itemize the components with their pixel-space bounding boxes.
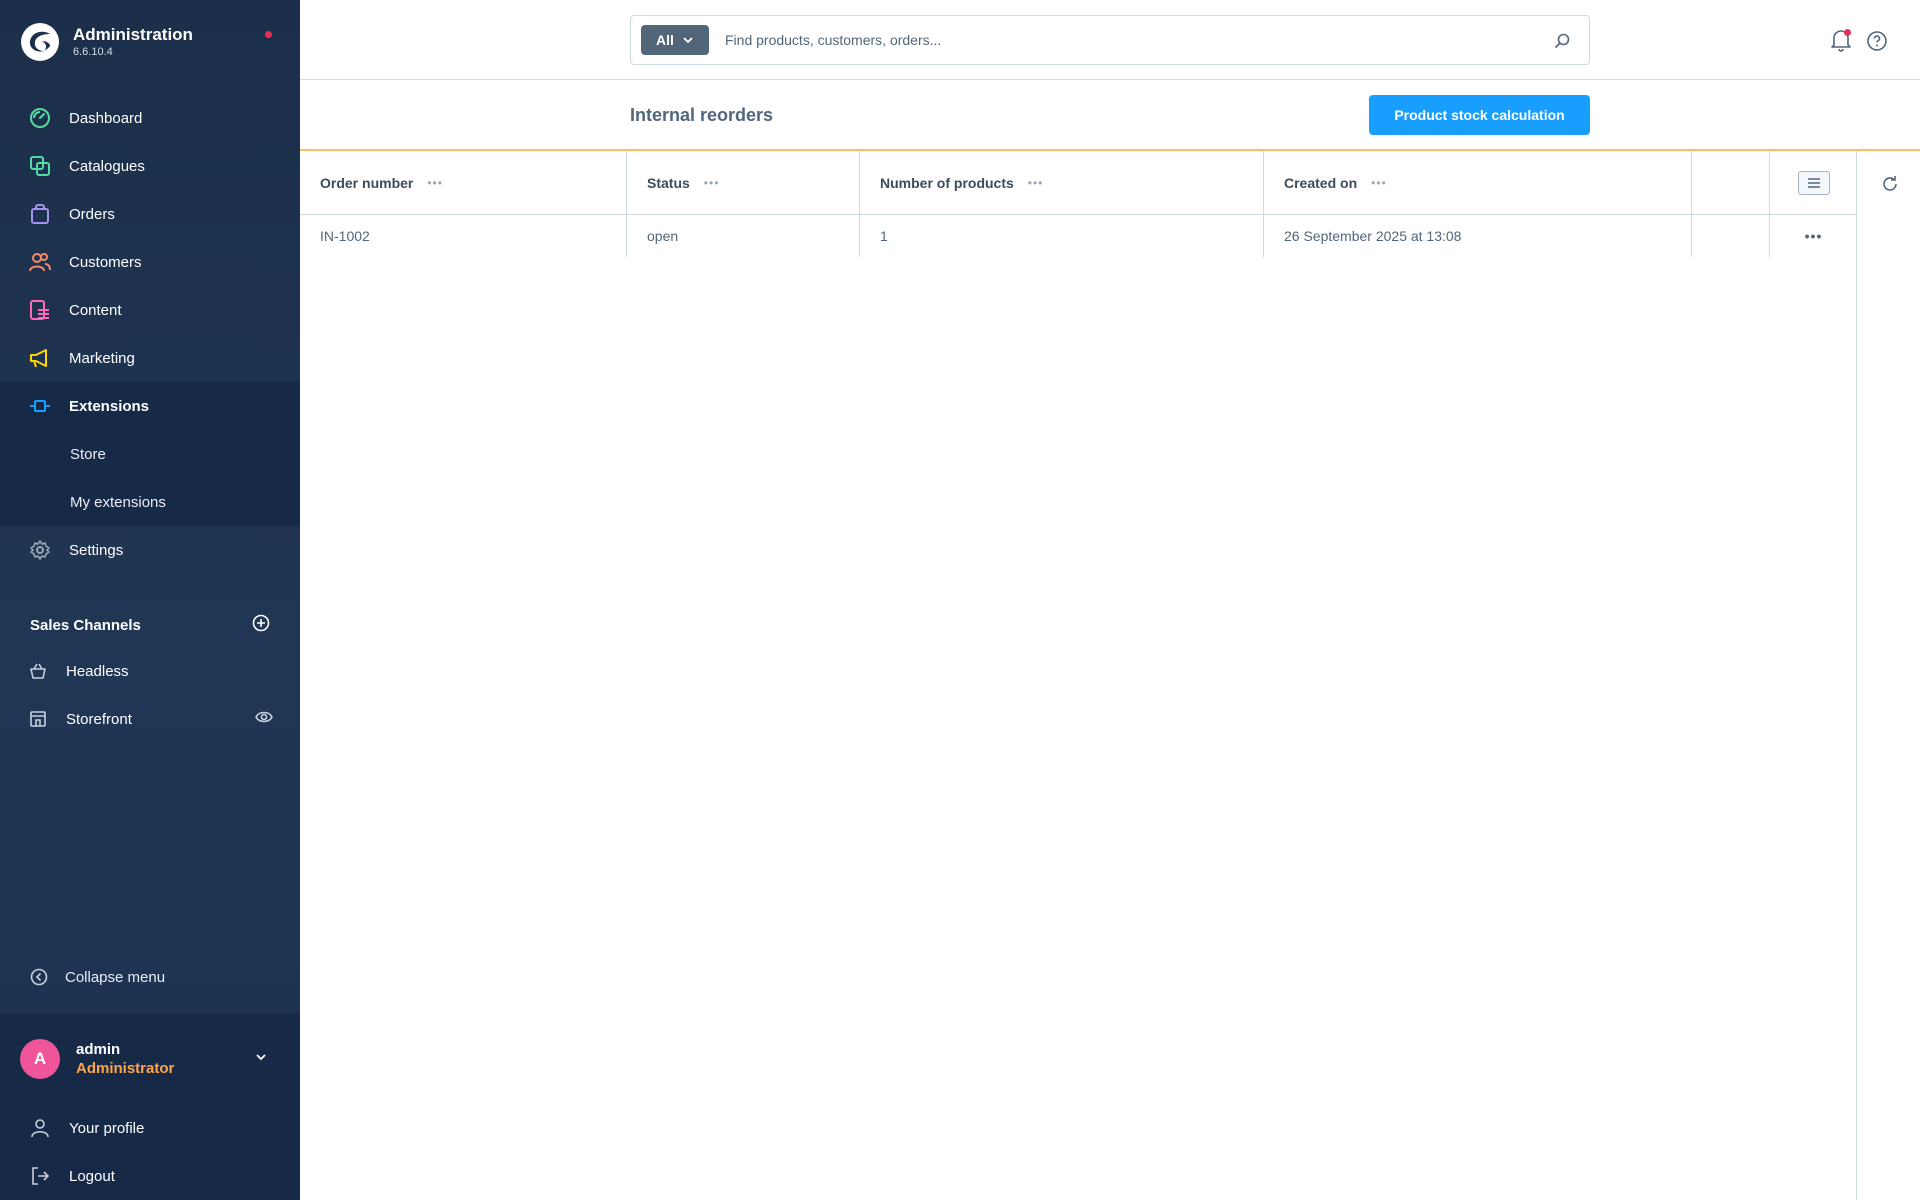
nav-item-settings[interactable]: Settings (0, 526, 300, 574)
status-dot (265, 31, 272, 38)
column-label: Status (647, 174, 690, 191)
column-settings-icon[interactable] (1797, 170, 1830, 195)
top-bar: All (300, 0, 1920, 80)
product-stock-calculation-button[interactable]: Product stock calculation (1369, 95, 1590, 135)
user-menu: Your profile Logout (0, 1104, 300, 1200)
nav-group-extensions: Extensions Store My extensions (0, 382, 300, 526)
nav-label: Orders (69, 205, 115, 223)
user-icon (28, 1116, 52, 1140)
nav-item-extensions[interactable]: Extensions (0, 382, 300, 430)
customers-icon (28, 250, 52, 274)
catalogue-icon (28, 154, 52, 178)
nav-item-catalogues[interactable]: Catalogues (0, 142, 300, 190)
cell-status: open (627, 215, 860, 257)
marketing-icon (28, 346, 52, 370)
cell-spacer (1692, 215, 1770, 257)
user-box[interactable]: A admin Administrator (0, 1014, 300, 1104)
main-nav: Dashboard Catalogues Orders Customers Co… (0, 94, 300, 574)
sales-channel-headless[interactable]: Headless (28, 656, 273, 686)
nav-item-marketing[interactable]: Marketing (0, 334, 300, 382)
dashboard-icon (28, 106, 52, 130)
eye-icon[interactable] (255, 708, 273, 730)
collapse-menu-label: Collapse menu (65, 968, 166, 986)
nav-item-orders[interactable]: Orders (0, 190, 300, 238)
nav-label: Content (69, 301, 122, 319)
column-header-status[interactable]: Status ••• (627, 151, 860, 214)
user-role: Administrator (76, 1060, 175, 1077)
orders-icon (28, 202, 52, 226)
chevron-down-icon[interactable] (254, 1050, 268, 1069)
cell-order-number[interactable]: IN-1002 (300, 215, 627, 257)
storefront-icon (28, 709, 48, 729)
column-menu-icon[interactable]: ••• (1028, 176, 1044, 190)
user-name: admin (76, 1041, 121, 1058)
sales-channel-label: Headless (66, 662, 129, 680)
search-type-select[interactable]: All (641, 25, 709, 55)
search-type-label: All (656, 32, 674, 48)
nav-item-customers[interactable]: Customers (0, 238, 300, 286)
extensions-icon (28, 394, 52, 418)
content-icon (28, 298, 52, 322)
nav-item-content[interactable]: Content (0, 286, 300, 334)
brand[interactable]: Administration 6.6.10.4 (20, 22, 193, 62)
sales-channels-header: Sales Channels (30, 614, 270, 637)
sales-channels-title: Sales Channels (30, 617, 141, 634)
nav-sub-my-extensions[interactable]: My extensions (0, 478, 300, 526)
row-actions-cell: ••• (1770, 215, 1857, 257)
reorders-grid: Order number ••• Status ••• Number of pr… (300, 151, 1857, 257)
logout-link[interactable]: Logout (0, 1152, 300, 1200)
column-label: Number of products (880, 174, 1014, 191)
avatar: A (20, 1039, 60, 1079)
cell-created-on: 26 September 2025 at 13:08 (1264, 215, 1692, 257)
nav-label: Customers (69, 253, 142, 271)
your-profile-link[interactable]: Your profile (0, 1104, 300, 1152)
basket-icon (28, 661, 48, 681)
sales-channel-label: Storefront (66, 710, 132, 728)
column-settings-cell (1770, 151, 1857, 214)
chevron-down-icon (683, 37, 693, 44)
column-header-number-of-products[interactable]: Number of products ••• (860, 151, 1264, 214)
chevron-left-circle-icon (30, 968, 48, 986)
nav-label: Dashboard (69, 109, 143, 127)
search-icon[interactable] (1553, 32, 1571, 55)
help-icon[interactable] (1866, 30, 1888, 57)
logout-icon (28, 1164, 52, 1188)
nav-label: Settings (69, 541, 124, 559)
settings-icon (28, 538, 52, 562)
column-menu-icon[interactable]: ••• (427, 176, 443, 190)
cell-number-of-products: 1 (860, 215, 1264, 257)
column-header-order-number[interactable]: Order number ••• (300, 151, 627, 214)
nav-label: Your profile (69, 1119, 145, 1137)
notification-badge (1844, 29, 1851, 36)
sidebar: Administration 6.6.10.4 Dashboard Catalo… (0, 0, 300, 1200)
column-header-created-on[interactable]: Created on ••• (1264, 151, 1692, 214)
column-label: Order number (320, 174, 414, 191)
nav-label: Marketing (69, 349, 135, 367)
add-sales-channel-icon[interactable] (252, 614, 270, 637)
collapse-menu-button[interactable]: Collapse menu (30, 968, 165, 986)
column-menu-icon[interactable]: ••• (704, 176, 720, 190)
refresh-icon[interactable] (1880, 174, 1900, 199)
column-label: Created on (1284, 174, 1358, 191)
nav-label: Extensions (69, 397, 150, 415)
row-actions-icon[interactable]: ••• (1805, 228, 1823, 244)
global-search: All (630, 15, 1590, 65)
app-title: Administration (73, 25, 193, 44)
grid-divider (1856, 151, 1857, 1200)
column-menu-icon[interactable]: ••• (1371, 176, 1387, 190)
smart-bar: Internal reorders Product stock calculat… (300, 81, 1920, 151)
nav-label: Catalogues (69, 157, 145, 175)
column-header-spacer (1692, 151, 1770, 214)
page-title: Internal reorders (630, 105, 774, 125)
shopware-logo-icon (21, 23, 59, 61)
nav-item-dashboard[interactable]: Dashboard (0, 94, 300, 142)
app-version: 6.6.10.4 (73, 46, 113, 58)
table-row[interactable]: IN-1002 open 1 26 September 2025 at 13:0… (300, 215, 1857, 257)
sales-channel-storefront[interactable]: Storefront (28, 704, 273, 734)
nav-label: Logout (69, 1167, 115, 1185)
search-input[interactable] (725, 32, 1545, 48)
nav-sub-store[interactable]: Store (0, 430, 300, 478)
grid-header: Order number ••• Status ••• Number of pr… (300, 151, 1857, 215)
